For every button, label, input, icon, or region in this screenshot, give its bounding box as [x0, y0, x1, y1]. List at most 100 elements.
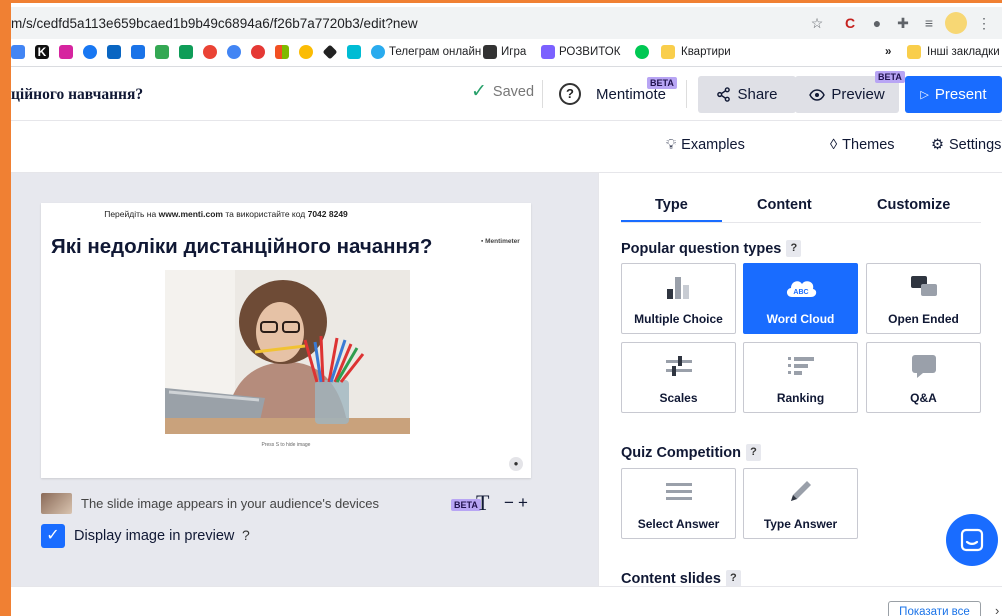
slide-type-panel: Type Content Customize Popular question … [598, 173, 1002, 586]
bookmark-telegram[interactable]: Телеграм онлайн [389, 46, 481, 58]
popular-types-heading: Popular question types? [621, 240, 802, 257]
active-tab-indicator [621, 220, 722, 222]
saved-label: Saved [492, 84, 535, 100]
checkbox-checked-icon[interactable]: ✓ [41, 524, 65, 548]
settings-button[interactable]: ⚙ Settings [931, 137, 1001, 153]
bookmark-d-icon[interactable] [155, 45, 169, 59]
bookmark-facebook-icon[interactable] [83, 45, 97, 59]
help-icon[interactable]: ? [725, 570, 741, 586]
bookmarks-bar: K Телеграм онлайн Игра РОЗВИТОК Квартири… [11, 41, 1002, 67]
instruction-prefix: Перейдіть на [104, 209, 159, 219]
chevron-right-icon[interactable]: › [995, 603, 999, 616]
divider [686, 80, 687, 108]
question-type-open-ended[interactable]: Open Ended [866, 263, 981, 334]
card-label: Type Answer [763, 517, 838, 531]
game-icon[interactable] [483, 45, 497, 59]
address-bar-url[interactable]: m/s/cedfd5a113e659bcaed1b9b49c6894a6/f26… [11, 16, 418, 31]
address-bar[interactable]: m/s/cedfd5a113e659bcaed1b9b49c6894a6/f26… [11, 7, 1002, 39]
quiz-type-type-answer[interactable]: Type Answer [743, 468, 858, 539]
mentimeter-logo: ▪ Mentimeter [481, 238, 520, 245]
woman-at-laptop-photo [165, 270, 410, 434]
slide-image [165, 270, 410, 434]
development-icon[interactable] [541, 45, 555, 59]
bar-chart-icon [622, 274, 735, 300]
quiz-type-select-answer[interactable]: Select Answer [621, 468, 736, 539]
themes-button[interactable]: ◊ Themes [830, 137, 895, 153]
bookmark-apartments[interactable]: Квартири [681, 46, 731, 58]
question-type-multiple-choice[interactable]: Multiple Choice [621, 263, 736, 334]
bookmark-square-icon[interactable] [347, 45, 361, 59]
bookmark-e-icon[interactable] [107, 45, 121, 59]
help-icon[interactable]: ? [746, 444, 762, 461]
image-note-text: The slide image appears in your audience… [81, 496, 380, 511]
menu-kebab-icon[interactable]: ⋮ [973, 12, 995, 34]
more-bookmarks[interactable]: » [885, 46, 891, 58]
show-all-button[interactable]: Показати все [888, 601, 981, 616]
qa-bubble-icon [867, 353, 980, 379]
slide-preview[interactable]: Перейдіть на www.menti.com та використай… [41, 203, 531, 478]
slide-question[interactable]: Які недоліки дистанційного начання? [51, 235, 432, 259]
tab-customize[interactable]: Customize [877, 197, 950, 213]
question-type-scales[interactable]: Scales [621, 342, 736, 413]
bookmark-chat-icon[interactable] [179, 45, 193, 59]
word-cloud-icon: ABC [744, 274, 857, 300]
bookmark-game[interactable]: Игра [501, 46, 526, 58]
text-size-icon[interactable]: T [476, 490, 489, 516]
extension-circle-icon[interactable]: ● [866, 12, 888, 34]
folder-icon[interactable] [661, 45, 675, 59]
examples-button[interactable]: 💡︎ Examples [666, 137, 745, 153]
bookmark-yellow-icon[interactable] [299, 45, 313, 59]
bookmark-windows-icon[interactable] [275, 45, 289, 59]
bookmark-development[interactable]: РОЗВИТОК [559, 46, 620, 58]
help-icon[interactable]: ? [238, 527, 253, 544]
question-type-ranking[interactable]: Ranking [743, 342, 858, 413]
question-type-word-cloud[interactable]: ABC Word Cloud [743, 263, 858, 334]
support-chat-button[interactable] [946, 514, 998, 566]
display-image-label: Display image in preview ? [74, 527, 253, 544]
bookmark-favicon-icon[interactable] [11, 45, 25, 59]
image-thumbnail[interactable] [41, 493, 72, 514]
question-type-qa[interactable]: Q&A [866, 342, 981, 413]
card-label: Select Answer [637, 517, 720, 531]
lightbulb-icon: 💡︎ [666, 137, 677, 153]
scales-icon [622, 353, 735, 379]
screen-border-left [0, 0, 11, 616]
presentation-title[interactable]: ційного навчання? [11, 86, 143, 104]
increase-button[interactable]: + [518, 493, 528, 513]
folder-icon[interactable] [907, 45, 921, 59]
help-icon[interactable]: ? [786, 240, 802, 257]
bookmark-k-icon[interactable]: K [35, 45, 49, 59]
extension-c-icon[interactable]: C [839, 12, 861, 34]
play-icon: ▷ [920, 89, 929, 101]
share-button[interactable]: Share [698, 76, 796, 113]
tab-type[interactable]: Type [655, 197, 688, 213]
present-button[interactable]: ▷ Present [905, 76, 1002, 113]
content-slides-title: Content slides [621, 570, 721, 587]
bookmark-p-icon[interactable] [251, 45, 265, 59]
help-icon[interactable]: ? [559, 83, 581, 105]
bookmark-instagram-icon[interactable] [59, 45, 73, 59]
ranking-icon [744, 353, 857, 379]
beta-badge: BETA [647, 77, 677, 89]
tab-content[interactable]: Content [757, 197, 812, 213]
bookmark-o-icon[interactable] [227, 45, 241, 59]
decrease-button[interactable]: − [504, 493, 514, 513]
share-icon [717, 87, 731, 102]
check-icon: ✓ [471, 81, 487, 102]
puzzle-icon[interactable]: ✚ [892, 12, 914, 34]
bookmark-diamond-icon[interactable] [322, 44, 338, 60]
bookmark-red-icon[interactable] [203, 45, 217, 59]
card-label: Open Ended [888, 312, 959, 326]
gear-icon: ⚙ [931, 137, 944, 153]
telegram-icon[interactable] [371, 45, 385, 59]
profile-avatar-icon[interactable] [945, 12, 967, 34]
examples-label: Examples [681, 137, 745, 153]
instruction-middle: та використайте код [222, 209, 308, 219]
quiz-title: Quiz Competition [621, 444, 742, 461]
media-queue-icon[interactable]: ≡ [918, 12, 940, 34]
bookmark-olx-icon[interactable] [635, 45, 649, 59]
popular-types-title: Popular question types [621, 240, 782, 257]
star-icon[interactable]: ☆ [806, 12, 828, 34]
bookmark-other[interactable]: Інші закладки [927, 46, 1000, 58]
bookmark-bot-icon[interactable] [131, 45, 145, 59]
